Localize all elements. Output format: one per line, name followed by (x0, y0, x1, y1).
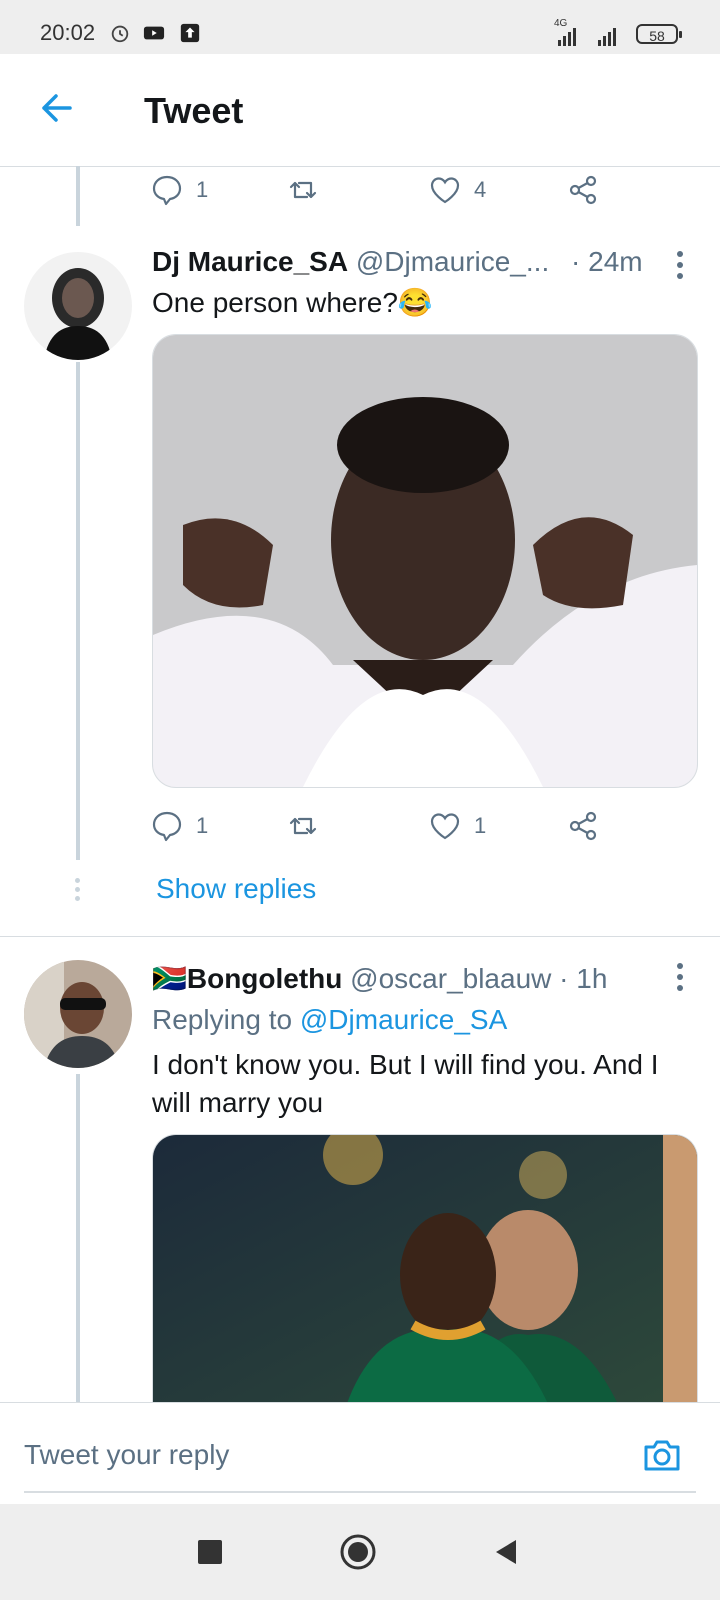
tweet-text: One person where?😂 (152, 287, 433, 318)
like-count: 4 (474, 177, 487, 202)
retweet-button[interactable] (286, 806, 320, 846)
user-handle[interactable]: @Djmaurice_... (356, 246, 549, 277)
comment-icon (152, 811, 182, 842)
tweet-image-2[interactable] (152, 1134, 698, 1415)
status-bar: 20:02 4G 58 (0, 0, 720, 54)
top-app-bar: Tweet (0, 54, 720, 167)
tweet-divider (0, 936, 720, 937)
retweet-icon (289, 181, 317, 199)
tweet-header: Dj Maurice_SA @Djmaurice_... · 24m (152, 246, 643, 278)
heart-icon (430, 813, 460, 840)
youtube-icon (143, 26, 165, 40)
tweet-text-2: I don't know you. But I will find you. A… (152, 1049, 659, 1118)
retweet-button[interactable] (286, 170, 320, 210)
thread-line-bottom (76, 1074, 80, 1402)
display-name[interactable]: Dj Maurice_SA (152, 246, 348, 277)
replying-to-line: Replying to @Djmaurice_SA (152, 1004, 507, 1036)
replying-prefix: Replying to (152, 1004, 300, 1035)
page-title: Tweet (144, 90, 244, 131)
tweet-actions-1: 1 1 (150, 806, 670, 846)
like-button[interactable]: 1 (428, 806, 486, 846)
reply-button[interactable]: 1 (150, 806, 208, 846)
comment-icon (152, 175, 182, 206)
input-underline (24, 1491, 696, 1493)
tweet-image[interactable] (152, 334, 698, 788)
reply-count: 1 (196, 177, 209, 202)
home-icon[interactable] (340, 1534, 376, 1570)
upload-icon (180, 23, 200, 43)
collapsed-thread-dots (75, 878, 81, 901)
share-button[interactable] (566, 170, 600, 210)
alarm-icon (111, 25, 129, 43)
thread-line-mid (76, 362, 80, 860)
recent-apps-icon[interactable] (196, 1538, 224, 1566)
show-replies-link[interactable]: Show replies (156, 873, 316, 905)
replying-to-link[interactable]: @Djmaurice_SA (300, 1004, 507, 1035)
retweet-icon (289, 817, 317, 835)
share-button[interactable] (566, 806, 600, 846)
avatar-bongolethu[interactable] (24, 960, 132, 1068)
reply-count: 1 (196, 813, 209, 838)
tweet-time: · 24m (571, 246, 643, 277)
user-handle-time[interactable]: @oscar_blaauw · 1h (350, 963, 607, 994)
like-count: 1 (474, 813, 487, 838)
reply-button[interactable]: 1 (150, 170, 208, 210)
heart-icon (430, 177, 460, 204)
more-options-icon[interactable] (676, 962, 684, 992)
system-nav-bar (0, 1504, 720, 1600)
signal-icon (558, 28, 576, 46)
reply-composer: Tweet your reply (0, 1402, 720, 1503)
back-nav-icon[interactable] (492, 1538, 520, 1566)
signal-icon-2 (598, 28, 616, 46)
more-options-icon[interactable] (676, 250, 684, 280)
battery-icon: 58 (636, 24, 682, 44)
like-button[interactable]: 4 (428, 170, 486, 210)
avatar-dj-maurice[interactable] (24, 252, 132, 360)
status-time: 20:02 (40, 20, 96, 45)
thread-line-top (76, 166, 80, 226)
camera-icon[interactable] (640, 1433, 684, 1477)
share-icon (569, 175, 597, 205)
tweet-actions: 1 4 (150, 170, 670, 210)
reply-input[interactable]: Tweet your reply (24, 1439, 229, 1471)
share-icon (569, 811, 597, 841)
tweet-header-2: 🇿🇦Bongolethu @oscar_blaauw · 1h (152, 962, 607, 995)
arrow-left-icon[interactable] (36, 88, 76, 128)
display-name[interactable]: 🇿🇦Bongolethu (152, 963, 342, 994)
